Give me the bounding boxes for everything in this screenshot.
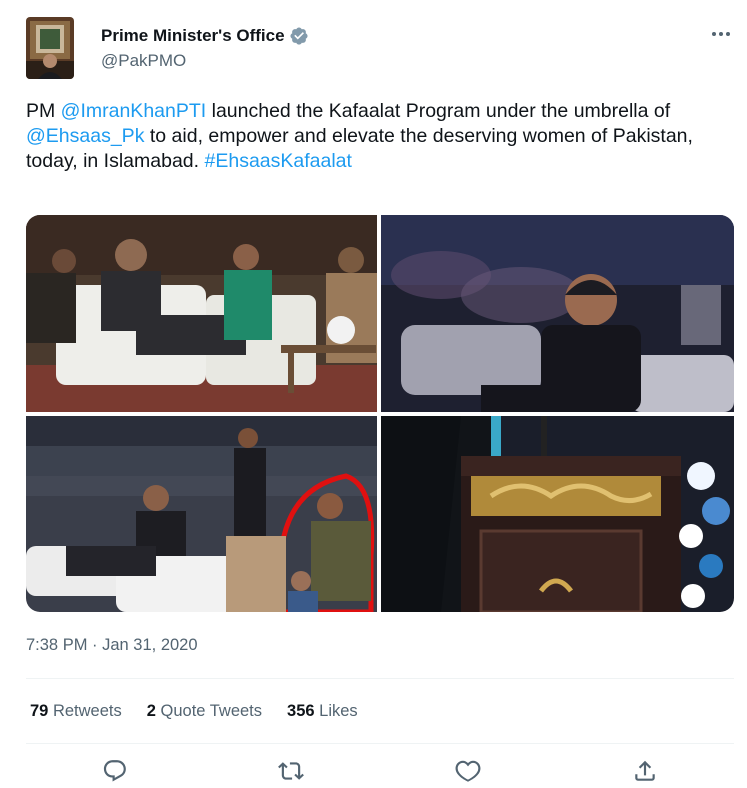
tweet-text-segment: launched the Kafaalat Program under the … <box>206 100 671 122</box>
divider <box>26 678 734 679</box>
stat-label: Retweets <box>52 702 122 720</box>
more-icon <box>712 32 730 36</box>
media-grid <box>26 215 734 612</box>
like-button[interactable] <box>455 758 481 784</box>
stat-count: 79 <box>30 702 49 720</box>
stat-count: 2 <box>146 702 156 720</box>
tweet-text: PM @ImranKhanPTI launched the Kafaalat P… <box>26 99 726 174</box>
author-handle[interactable]: @PakPMO <box>101 51 186 71</box>
photo-3[interactable] <box>26 416 377 612</box>
stat-count: 356 <box>287 702 315 720</box>
avatar[interactable] <box>26 17 74 79</box>
photo-image <box>26 215 377 412</box>
retweet-icon <box>278 762 304 780</box>
author-name-row[interactable]: Prime Minister's Office <box>101 26 309 46</box>
reply-icon <box>103 760 126 782</box>
divider <box>26 743 734 744</box>
stat-retweets[interactable]: 79 Retweets <box>30 702 122 721</box>
tweet-text-segment: PM <box>26 100 61 122</box>
photo-1[interactable] <box>26 215 377 412</box>
photo-image <box>381 416 734 612</box>
photo-2[interactable] <box>381 215 734 412</box>
reply-button[interactable] <box>102 758 128 784</box>
heart-icon <box>455 760 481 782</box>
tweet-link[interactable]: @Ehsaas_Pk <box>26 125 144 147</box>
tweet-stats: 79 Retweets 2 Quote Tweets 356 Likes <box>30 702 383 721</box>
retweet-button[interactable] <box>278 758 304 784</box>
tweet-timestamp[interactable]: 7:38 PM · Jan 31, 2020 <box>26 636 198 655</box>
verified-badge-icon <box>290 27 308 45</box>
tweet-link[interactable]: #EhsaasKafaalat <box>205 150 352 172</box>
avatar-image <box>26 17 74 79</box>
stat-quote-tweets[interactable]: 2 Quote Tweets <box>147 702 262 721</box>
stat-label: Likes <box>319 702 358 720</box>
photo-image <box>26 416 377 612</box>
action-bar <box>0 758 747 788</box>
tweet-link[interactable]: @ImranKhanPTI <box>61 100 207 122</box>
more-options-button[interactable] <box>708 24 734 44</box>
photo-image <box>381 215 734 412</box>
share-icon <box>635 760 655 781</box>
share-button[interactable] <box>632 758 658 784</box>
author-name[interactable]: Prime Minister's Office <box>101 26 285 46</box>
stat-label: Quote Tweets <box>160 702 263 720</box>
photo-4[interactable] <box>381 416 734 612</box>
stat-likes[interactable]: 356 Likes <box>287 702 358 721</box>
